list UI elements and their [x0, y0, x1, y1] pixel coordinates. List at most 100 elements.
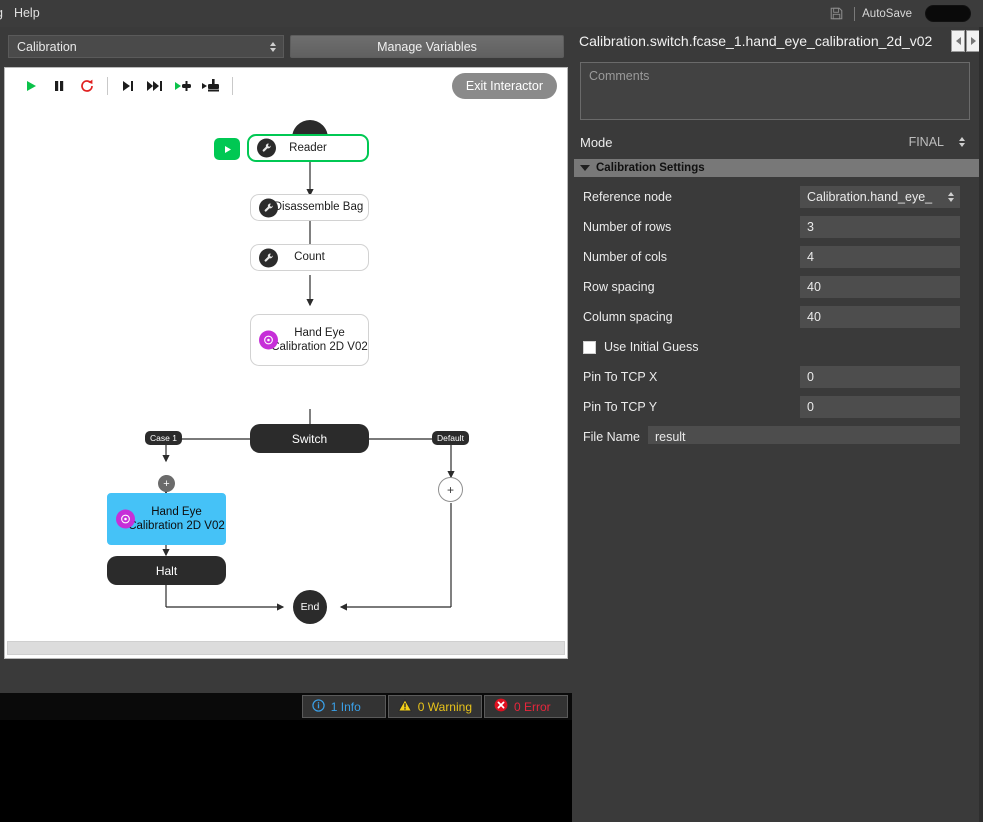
menubar-divider — [854, 6, 856, 21]
add-node-default-label: + — [446, 482, 454, 497]
field-row-spacing-label: Row spacing — [583, 280, 655, 294]
field-use-initial-guess[interactable]: Use Initial Guess — [572, 332, 983, 362]
run-to-node-icon[interactable] — [170, 72, 198, 100]
graph-node-hand-eye-calibration[interactable]: Hand Eye Calibration 2D V02 — [250, 314, 369, 366]
exit-interactor-button[interactable]: Exit Interactor — [451, 73, 557, 99]
menubar-right-group: AutoSave — [825, 0, 983, 27]
canvas-scroll-thumb[interactable] — [7, 641, 565, 655]
node-graph[interactable]: Start Reader Di — [5, 103, 567, 643]
field-pin-to-tcp-x-input[interactable]: 0 — [800, 366, 960, 388]
branch-label-default-text: Default — [437, 433, 464, 443]
field-reference-node-value: Calibration.hand_eye_ — [807, 190, 933, 204]
wrench-icon — [257, 138, 276, 158]
variable-toolbar: Calibration Manage Variables — [8, 35, 564, 58]
graph-node-halt-label: Halt — [155, 563, 178, 578]
mode-label: Mode — [580, 134, 613, 150]
breadcrumb-prev-button[interactable] — [951, 30, 965, 52]
panel-right-edge — [979, 27, 983, 822]
field-number-of-rows-input[interactable]: 3 — [800, 216, 960, 238]
field-column-spacing: Column spacing 40 — [572, 302, 983, 332]
field-pin-to-tcp-x-label: Pin To TCP X — [583, 370, 658, 384]
status-warning-label: 0 Warning — [417, 699, 472, 714]
field-file-name-label: File Name — [583, 430, 640, 444]
flow-toolbar: Exit Interactor — [5, 68, 567, 103]
properties-panel: Calibration.switch.fcase_1.hand_eye_cali… — [572, 27, 983, 822]
status-chip-error[interactable]: 0 Error — [484, 695, 568, 718]
step-into-icon[interactable] — [114, 72, 142, 100]
field-number-of-rows: Number of rows 3 — [572, 212, 983, 242]
field-number-of-cols-input[interactable]: 4 — [800, 246, 960, 268]
reset-icon[interactable] — [73, 72, 101, 100]
field-reference-node-label: Reference node — [583, 190, 672, 204]
settings-form: Reference node Calibration.hand_eye_ Num… — [572, 182, 983, 452]
field-pin-to-tcp-y-label: Pin To TCP Y — [583, 400, 658, 414]
mode-row: Mode FINAL — [580, 130, 970, 154]
graph-node-switch[interactable]: Switch — [250, 424, 369, 453]
field-reference-node: Reference node Calibration.hand_eye_ — [572, 182, 983, 212]
graph-node-hand-eye-calibration-selected[interactable]: Hand Eye Calibration 2D V02 — [107, 493, 226, 545]
left-panel: Calibration Manage Variables Exit Intera… — [0, 27, 572, 822]
field-number-of-rows-label: Number of rows — [583, 220, 672, 234]
variable-scope-select[interactable]: Calibration — [8, 35, 284, 58]
field-pin-to-tcp-x: Pin To TCP X 0 — [572, 362, 983, 392]
field-number-of-cols-label: Number of cols — [583, 250, 668, 264]
manage-variables-button[interactable]: Manage Variables — [290, 35, 564, 58]
mode-value: FINAL — [908, 135, 944, 149]
wrench-icon — [259, 198, 278, 217]
graph-node-halt[interactable]: Halt — [107, 556, 226, 585]
toolbar-divider-1 — [107, 76, 108, 95]
step-over-icon[interactable] — [142, 72, 170, 100]
menu-item-help[interactable]: Help — [5, 0, 49, 27]
chevron-updown-icon — [948, 192, 954, 202]
add-node-button-default[interactable]: + — [438, 477, 463, 502]
breadcrumb: Calibration.switch.fcase_1.hand_eye_cali… — [574, 27, 983, 55]
menu-bar: g Help AutoSave — [0, 0, 983, 27]
status-chip-info[interactable]: 1 Info — [301, 695, 386, 718]
triangle-down-icon — [580, 165, 590, 171]
status-error-label: 0 Error — [514, 699, 551, 714]
autosave-label: AutoSave — [862, 7, 912, 20]
field-row-spacing-input[interactable]: 40 — [800, 276, 960, 298]
pause-icon[interactable] — [45, 72, 73, 100]
run-from-here-icon[interactable] — [214, 138, 240, 160]
variable-scope-value: Calibration — [17, 39, 77, 54]
breadcrumb-next-button[interactable] — [966, 30, 980, 52]
flow-canvas[interactable]: Exit Interactor Reader Disassemble Bag C… — [4, 67, 568, 659]
graph-node-switch-label: Switch — [291, 431, 328, 446]
field-column-spacing-input[interactable]: 40 — [800, 306, 960, 328]
section-header-calibration-settings[interactable]: Calibration Settings — [574, 159, 981, 177]
use-initial-guess-checkbox[interactable] — [583, 340, 596, 354]
target-icon — [116, 509, 135, 529]
add-node-button-case-1[interactable]: + — [158, 475, 175, 492]
branch-label-case-1[interactable]: Case 1 — [145, 431, 182, 445]
properties-empty-area — [572, 444, 983, 822]
field-pin-to-tcp-y-input[interactable]: 0 — [800, 396, 960, 418]
graph-node-count[interactable]: Count — [250, 244, 369, 271]
graph-node-end[interactable]: End — [293, 590, 327, 624]
field-reference-node-select[interactable]: Calibration.hand_eye_ — [800, 186, 960, 208]
branch-label-default[interactable]: Default — [432, 431, 469, 445]
field-pin-to-tcp-y: Pin To TCP Y 0 — [572, 392, 983, 422]
save-icon[interactable] — [825, 0, 847, 27]
run-to-end-icon[interactable] — [198, 72, 226, 100]
log-output-panel[interactable] — [0, 720, 572, 822]
field-number-of-cols: Number of cols 4 — [572, 242, 983, 272]
status-chip-warning[interactable]: 0 Warning — [387, 695, 482, 718]
run-icon[interactable] — [17, 72, 45, 100]
graph-node-end-label: End — [300, 601, 320, 613]
status-bar: 1 Info 0 Warning 0 Error — [0, 693, 572, 720]
autosave-toggle[interactable] — [925, 5, 971, 22]
graph-node-disassemble-bag[interactable]: Disassemble Bag — [250, 194, 369, 221]
use-initial-guess-label: Use Initial Guess — [604, 340, 699, 354]
mode-chevron-updown-icon[interactable] — [959, 137, 965, 147]
target-icon — [259, 330, 278, 350]
breadcrumb-path[interactable]: Calibration.switch.fcase_1.hand_eye_cali… — [574, 27, 951, 55]
comments-textarea[interactable]: Comments — [580, 62, 970, 120]
graph-node-reader[interactable]: Reader — [247, 134, 369, 162]
field-column-spacing-label: Column spacing — [583, 310, 673, 324]
info-icon — [312, 698, 325, 715]
log-spacer — [0, 663, 572, 693]
canvas-horizontal-scrollbar[interactable] — [7, 641, 565, 655]
error-icon — [494, 698, 508, 715]
warning-icon — [397, 698, 412, 715]
